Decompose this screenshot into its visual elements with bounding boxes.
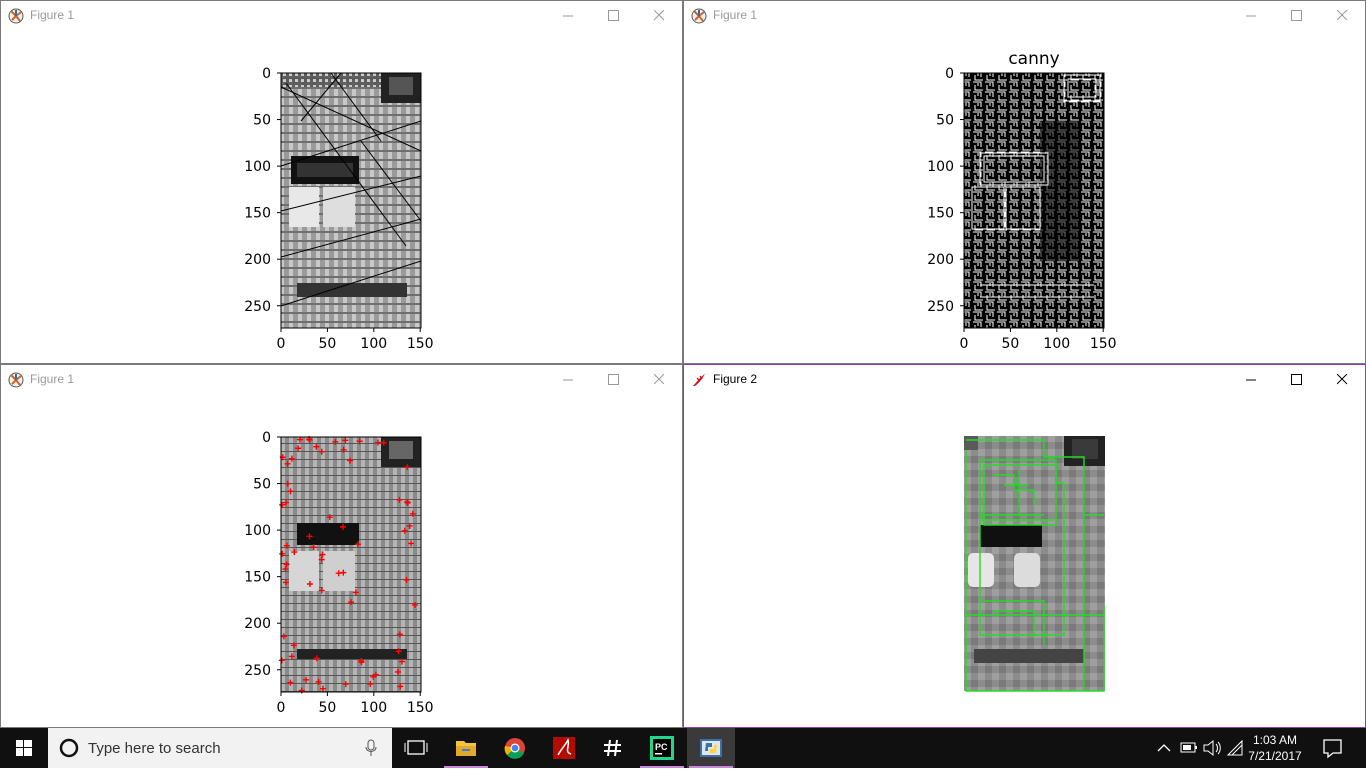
y-tick-label: 200 (244, 616, 271, 632)
image-axes (278, 436, 421, 694)
image-canvas[interactable] (684, 365, 1366, 728)
figure-window-1[interactable]: Figure 1 0 50 100 150 200 250 0 50 100 1… (0, 0, 683, 364)
slack-button[interactable] (589, 728, 637, 768)
x-tick-label: 150 (1090, 336, 1117, 352)
x-axis: 0 50 100 150 (277, 328, 434, 352)
slack-icon (604, 739, 621, 757)
y-tick-label: 250 (244, 663, 271, 679)
chevron-up-icon (1157, 744, 1171, 752)
y-tick-label: 250 (244, 299, 271, 315)
start-button[interactable] (0, 728, 48, 768)
microphone-icon[interactable] (364, 739, 378, 757)
x-tick-label: 0 (277, 336, 286, 352)
y-tick-label: 0 (262, 66, 271, 82)
plot-canvas[interactable]: canny 0 50 100 150 200 250 0 50 100 150 (684, 1, 1366, 364)
y-tick-label: 150 (927, 206, 954, 222)
plot-canvas[interactable]: 0 50 100 150 200 250 0 50 100 150 (1, 1, 683, 364)
y-tick-label: 150 (244, 206, 271, 222)
figure-window-3[interactable]: Figure 1 0 50 100 150 200 250 0 50 100 150 (0, 364, 683, 728)
battery-icon (1180, 742, 1197, 753)
search-box[interactable]: Type here to search (48, 728, 392, 768)
y-axis: 0 50 100 150 200 250 (927, 66, 964, 315)
y-tick-label: 50 (253, 113, 271, 129)
image-axes (280, 72, 422, 328)
y-tick-label: 50 (253, 477, 271, 493)
x-tick-label: 0 (277, 700, 286, 716)
figure-window-2[interactable]: Figure 1 canny 0 50 100 150 200 250 0 50 100 150 (683, 0, 1366, 364)
x-tick-label: 100 (360, 336, 387, 352)
x-tick-label: 150 (407, 336, 434, 352)
speaker-icon (1203, 739, 1221, 757)
x-tick-label: 100 (360, 700, 387, 716)
y-tick-label: 0 (262, 430, 271, 446)
cortana-icon (59, 738, 79, 758)
y-tick-label: 50 (936, 113, 954, 129)
windows-logo-icon (16, 740, 32, 756)
y-tick-label: 100 (244, 159, 271, 175)
plot-canvas[interactable]: 0 50 100 150 200 250 0 50 100 150 (1, 365, 683, 728)
taskbar: Type here to search PC 1:03 AM 7/21/2017 (0, 728, 1366, 768)
x-tick-label: 100 (1043, 336, 1070, 352)
x-tick-label: 150 (407, 700, 434, 716)
contour-image (964, 436, 1105, 692)
y-tick-label: 250 (927, 299, 954, 315)
figure-window-4[interactable]: Figure 2 (683, 364, 1366, 728)
x-tick-label: 0 (960, 336, 969, 352)
plot-title: canny (1008, 49, 1059, 69)
clock-date: 7/21/2017 (1248, 749, 1302, 763)
acrobat-button[interactable] (540, 728, 588, 768)
python-button[interactable] (687, 728, 735, 768)
x-axis: 0 50 100 150 (960, 328, 1117, 352)
y-tick-label: 150 (244, 570, 271, 586)
battery-button[interactable] (1176, 728, 1200, 768)
volume-button[interactable] (1200, 728, 1224, 768)
task-view-button[interactable] (392, 728, 440, 768)
chrome-button[interactable] (491, 728, 539, 768)
x-axis: 0 50 100 150 (277, 692, 434, 716)
search-placeholder: Type here to search (88, 740, 221, 757)
network-button[interactable] (1224, 728, 1246, 768)
acrobat-icon (553, 737, 575, 759)
x-tick-label: 50 (318, 700, 336, 716)
edge-image (964, 73, 1104, 328)
clock-time: 1:03 AM (1252, 733, 1298, 747)
svg-text:PC: PC (655, 742, 668, 752)
clock[interactable]: 1:03 AM 7/21/2017 (1244, 732, 1306, 764)
wifi-icon (1226, 739, 1243, 756)
y-axis: 0 50 100 150 200 250 (244, 430, 281, 679)
y-tick-label: 200 (927, 252, 954, 268)
file-explorer-button[interactable] (442, 728, 490, 768)
task-view-icon (404, 740, 428, 755)
y-tick-label: 100 (244, 523, 271, 539)
y-tick-label: 0 (945, 66, 954, 82)
x-tick-label: 50 (1001, 336, 1019, 352)
pycharm-icon: PC (650, 736, 674, 760)
show-hidden-icons-button[interactable] (1152, 728, 1176, 768)
chrome-icon (504, 738, 525, 759)
y-tick-label: 100 (927, 159, 954, 175)
pycharm-button[interactable]: PC (638, 728, 686, 768)
y-tick-label: 200 (244, 252, 271, 268)
file-explorer-icon (456, 741, 476, 756)
notification-icon (1323, 739, 1342, 759)
action-center-button[interactable] (1312, 728, 1352, 768)
y-axis: 0 50 100 150 200 250 (244, 66, 281, 315)
python-icon (700, 739, 722, 757)
x-tick-label: 50 (318, 336, 336, 352)
